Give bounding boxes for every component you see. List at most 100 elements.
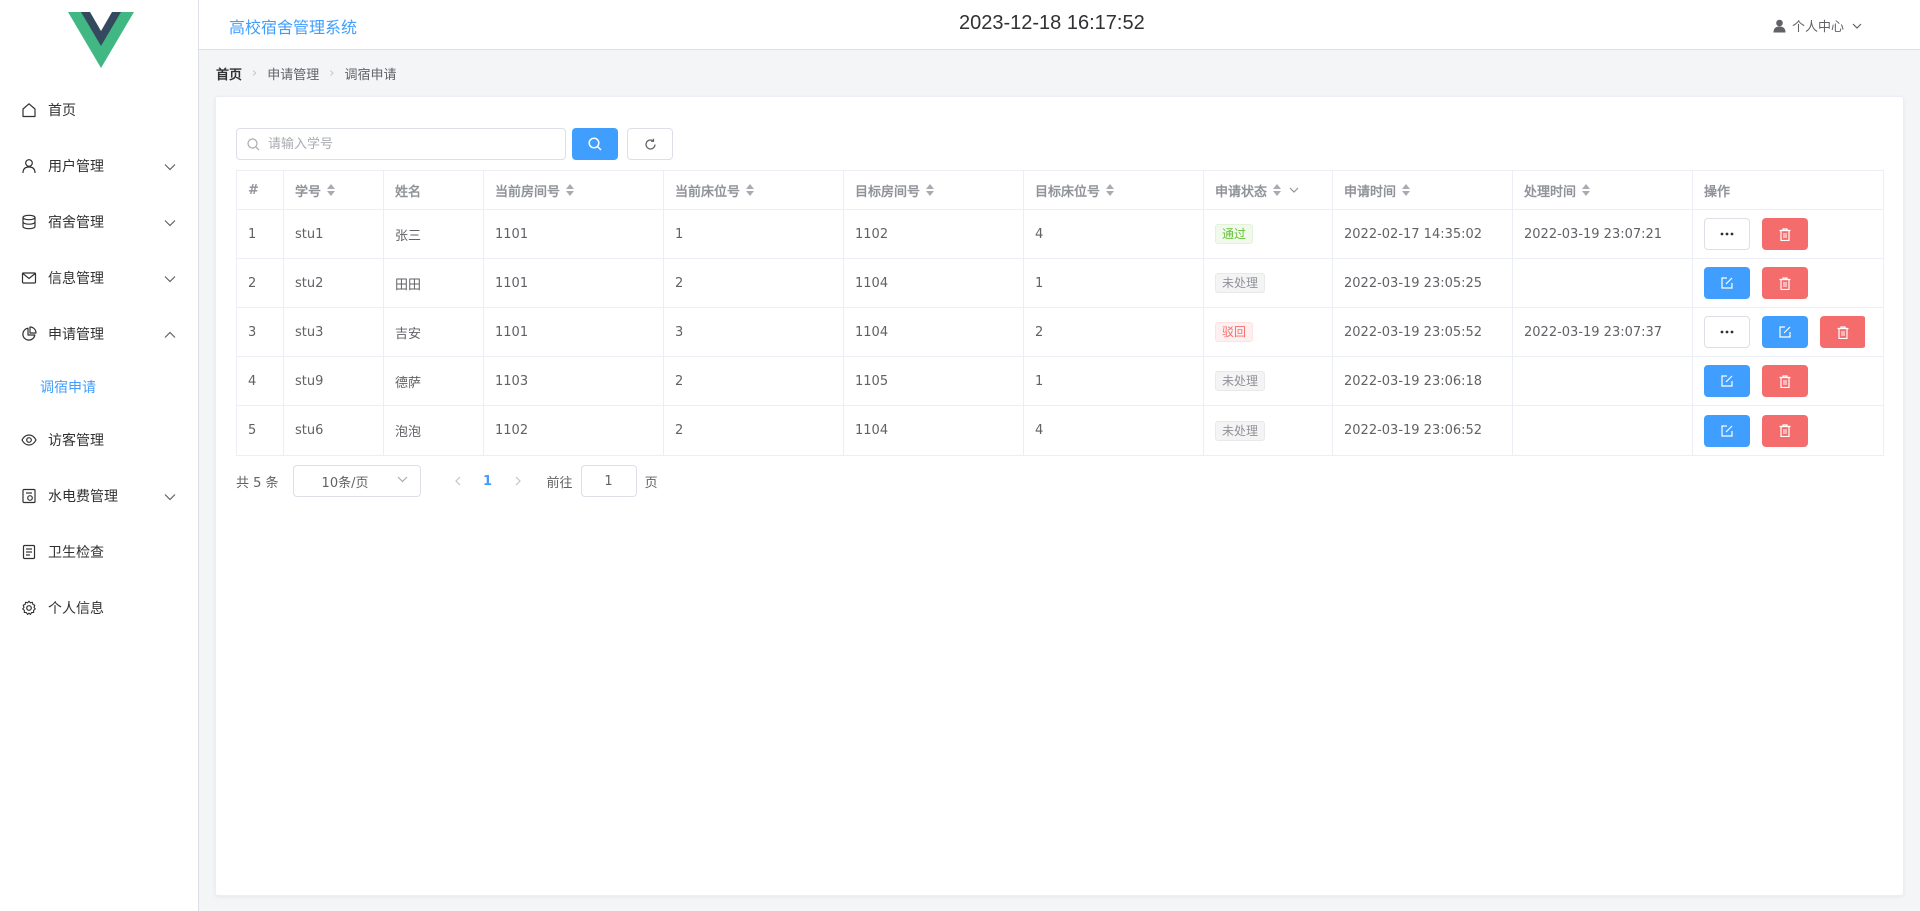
page-size-select[interactable]: 10条/页: [292, 465, 421, 497]
chevron-left-icon: [454, 476, 460, 486]
cell-apply-time: 2022-03-19 23:05:52: [1333, 308, 1513, 356]
cell-student-id: stu9: [284, 357, 384, 405]
sort-icon[interactable]: [1106, 184, 1115, 196]
cell-cur-room: 1103: [484, 357, 664, 405]
sidebar-item-5[interactable]: 访客管理: [0, 412, 198, 468]
sort-icon[interactable]: [327, 184, 336, 196]
column-header[interactable]: 目标房间号: [844, 171, 1024, 209]
cell-cur-bed: 2: [664, 406, 844, 455]
more-icon: [1720, 232, 1734, 236]
breadcrumb-home[interactable]: 首页: [216, 64, 242, 83]
more-button[interactable]: [1704, 218, 1750, 250]
chevron-down-icon: [1852, 23, 1862, 29]
sidebar-item-8[interactable]: 个人信息: [0, 580, 198, 636]
pie-chart-icon: [20, 325, 38, 343]
sidebar-item-7[interactable]: 卫生检查: [0, 524, 198, 580]
edit-button[interactable]: [1704, 267, 1750, 299]
column-header[interactable]: 目标床位号: [1024, 171, 1204, 209]
cell-handle-time: [1513, 357, 1693, 405]
search-field[interactable]: [236, 128, 566, 160]
sidebar-subitem-transfer-apply[interactable]: 调宿申请: [0, 362, 198, 412]
cell-student-id: stu2: [284, 259, 384, 307]
edit-button[interactable]: [1704, 365, 1750, 397]
column-header[interactable]: 当前房间号: [484, 171, 664, 209]
status-badge: 未处理: [1215, 371, 1266, 391]
edit-button[interactable]: [1704, 414, 1750, 447]
sidebar-item-2[interactable]: 宿舍管理: [0, 194, 198, 250]
chevron-down-icon: [164, 215, 178, 229]
chevron-down-icon: [164, 271, 178, 285]
current-datetime: 2023-12-18 16:17:52: [959, 12, 1145, 34]
page-jump-input[interactable]: [580, 465, 637, 497]
column-header-label: 操作: [1704, 184, 1731, 200]
cell-status: 驳回: [1204, 308, 1333, 356]
page-number-current[interactable]: 1: [473, 474, 503, 489]
sidebar-item-0[interactable]: 首页: [0, 82, 198, 138]
column-header[interactable]: 学号: [284, 171, 384, 209]
sort-icon[interactable]: [746, 184, 755, 196]
delete-button[interactable]: [1820, 316, 1865, 348]
goto-label: 前往: [546, 475, 573, 491]
search-button[interactable]: [572, 128, 618, 160]
pagination: 共 5 条 10条/页 1 前往 页: [236, 465, 658, 497]
edit-icon: [1721, 375, 1733, 387]
sidebar-item-1[interactable]: 用户管理: [0, 138, 198, 194]
cell-student-id: stu3: [284, 308, 384, 356]
message-icon: [20, 269, 38, 287]
column-header: 姓名: [384, 171, 484, 209]
user-center-label: 个人中心: [1791, 20, 1844, 35]
refresh-icon: [644, 138, 656, 150]
cell-status: 通过: [1204, 210, 1333, 258]
sort-icon[interactable]: [1402, 184, 1411, 196]
cell-index: 2: [237, 259, 284, 307]
sidebar-item-3[interactable]: 信息管理: [0, 250, 198, 306]
eye-icon: [20, 431, 38, 449]
sort-icon[interactable]: [1273, 184, 1282, 196]
sort-icon[interactable]: [926, 184, 935, 196]
sort-icon[interactable]: [1582, 184, 1591, 196]
cell-index: 1: [237, 210, 284, 258]
filter-chevron-icon[interactable]: [1289, 187, 1299, 193]
edit-button[interactable]: [1762, 316, 1808, 348]
column-header-label: 当前房间号: [495, 184, 561, 200]
delete-button[interactable]: [1762, 267, 1808, 299]
top-header: 高校宿舍管理系统 2023-12-18 16:17:52 个人中心: [199, 0, 1920, 50]
user-center-dropdown[interactable]: 个人中心: [1773, 16, 1868, 35]
refresh-button[interactable]: [627, 128, 673, 160]
cell-cur-bed: 3: [664, 308, 844, 356]
column-header-label: 姓名: [395, 184, 422, 200]
system-title: 高校宿舍管理系统: [229, 18, 358, 37]
trash-icon: [1779, 227, 1791, 241]
chevron-down-icon: [164, 489, 178, 503]
user-icon: [20, 157, 38, 175]
column-header[interactable]: 当前床位号: [664, 171, 844, 209]
sidebar-item-6[interactable]: 水电费管理: [0, 468, 198, 524]
search-icon: [247, 137, 260, 150]
delete-button[interactable]: [1762, 414, 1808, 447]
sidebar-item-label: 水电费管理: [48, 489, 118, 505]
cell-target-room: 1105: [844, 357, 1024, 405]
next-page-button[interactable]: [503, 465, 533, 497]
vue-logo: [68, 12, 134, 68]
column-header[interactable]: 申请状态: [1204, 171, 1333, 209]
delete-button[interactable]: [1762, 218, 1808, 250]
cell-index: 4: [237, 357, 284, 405]
cell-actions: [1693, 357, 1865, 405]
cell-target-room: 1102: [844, 210, 1024, 258]
status-badge: 未处理: [1215, 420, 1266, 441]
delete-button[interactable]: [1762, 365, 1808, 397]
sidebar-item-label: 个人信息: [48, 601, 104, 617]
chevron-down-icon: [397, 476, 407, 483]
more-button[interactable]: [1704, 316, 1750, 348]
page-size-value: 10条/页: [321, 475, 369, 491]
sidebar-item-4[interactable]: 申请管理: [0, 306, 198, 362]
search-input[interactable]: [266, 135, 546, 153]
column-header-label: 申请状态: [1215, 184, 1268, 200]
column-header[interactable]: 申请时间: [1333, 171, 1513, 209]
prev-page-button[interactable]: [443, 465, 473, 497]
cell-name: 德萨: [384, 357, 484, 405]
status-badge: 驳回: [1215, 322, 1254, 342]
column-header[interactable]: 处理时间: [1513, 171, 1693, 209]
sort-icon[interactable]: [566, 184, 575, 196]
cell-index: 5: [237, 406, 284, 455]
